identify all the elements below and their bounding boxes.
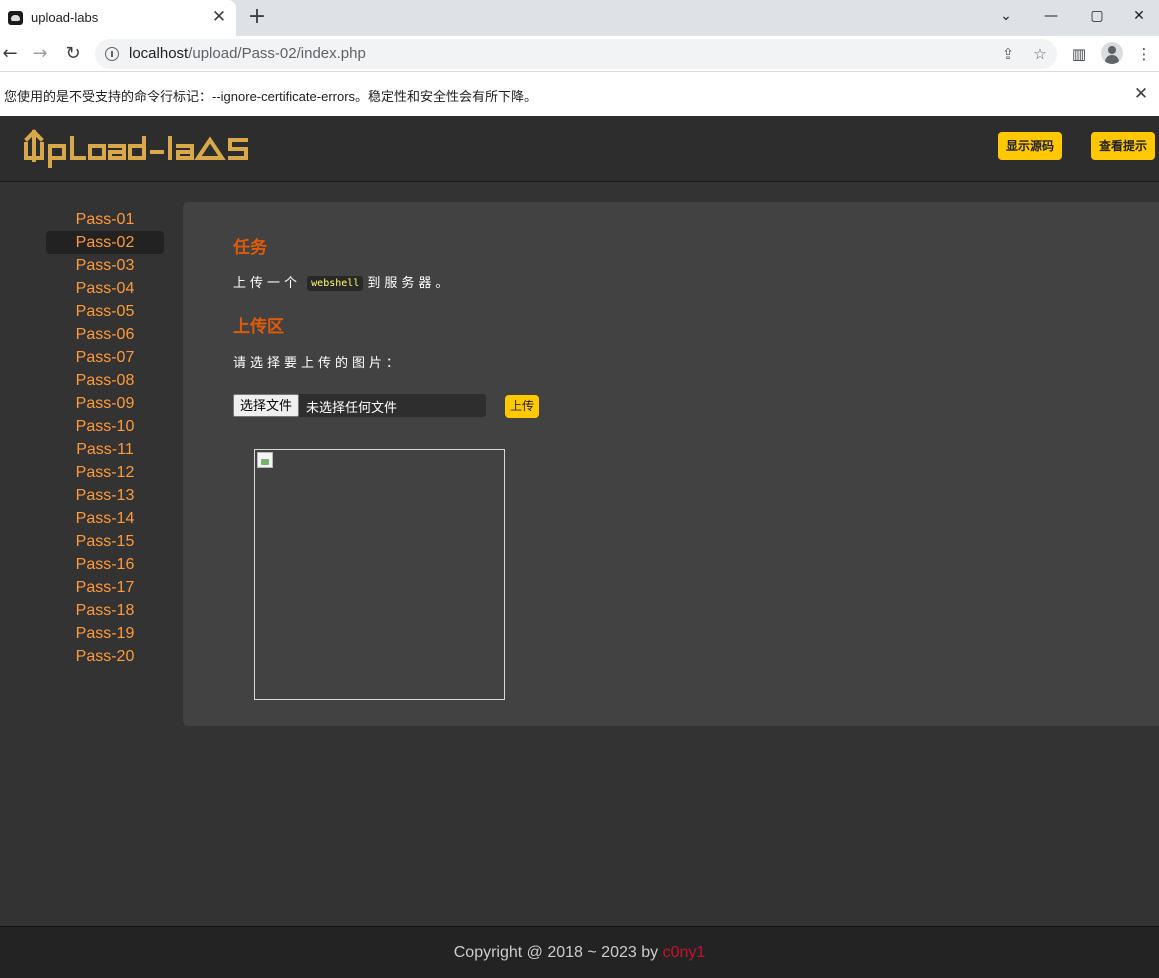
upload-heading: 上传区 — [233, 317, 284, 337]
sidebar-item-pass-20[interactable]: Pass-20 — [46, 645, 164, 668]
bookmark-star-icon[interactable]: ☆ — [1029, 43, 1051, 65]
site-favicon-icon — [8, 11, 23, 25]
webshell-code: webshell — [307, 276, 364, 291]
choose-file-button[interactable]: 选择文件 — [233, 394, 300, 417]
image-preview — [254, 449, 505, 700]
task-description: 上传一个 webshell 到服务器。 — [233, 276, 453, 291]
sidebar-item-pass-19[interactable]: Pass-19 — [46, 622, 164, 645]
site-header: 显示源码 查看提示 — [0, 116, 1159, 182]
tab-close-icon[interactable]: ✕ — [210, 8, 228, 26]
sidebar-item-pass-13[interactable]: Pass-13 — [46, 484, 164, 507]
sidebar-item-pass-18[interactable]: Pass-18 — [46, 599, 164, 622]
tab-search-dropdown-icon[interactable]: ⌄ — [983, 0, 1029, 34]
window-minimize-button[interactable]: — — [1028, 0, 1074, 34]
tab-title: upload-labs — [31, 10, 99, 25]
sidebar-item-pass-07[interactable]: Pass-07 — [46, 346, 164, 369]
share-icon[interactable]: ⇪ — [997, 43, 1019, 65]
browser-toolbar: ← → ↻ localhost/upload/Pass-02/index.php… — [0, 36, 1159, 71]
copyright-text: Copyright @ 2018 ~ 2023 by c0ny1 — [453, 944, 706, 961]
main-panel: 任务 上传一个 webshell 到服务器。 上传区 请选择要上传的图片： 选择文… — [183, 202, 1159, 726]
site-info-icon[interactable] — [105, 47, 119, 61]
site-footer: Copyright @ 2018 ~ 2023 by c0ny1 — [0, 926, 1159, 978]
sidebar-item-pass-09[interactable]: Pass-09 — [46, 392, 164, 415]
author-link[interactable]: c0ny1 — [663, 944, 706, 961]
profile-avatar-icon[interactable] — [1101, 42, 1123, 64]
sidebar-item-pass-05[interactable]: Pass-05 — [46, 300, 164, 323]
sidebar-item-pass-08[interactable]: Pass-08 — [46, 369, 164, 392]
url-text[interactable]: localhost/upload/Pass-02/index.php — [129, 45, 366, 62]
sidebar-item-pass-10[interactable]: Pass-10 — [46, 415, 164, 438]
forward-icon[interactable]: → — [27, 41, 53, 67]
infobar-message: 您使用的是不受支持的命令行标记：--ignore-certificate-err… — [4, 89, 538, 104]
warning-infobar: 您使用的是不受支持的命令行标记：--ignore-certificate-err… — [0, 71, 1159, 116]
sidebar-item-pass-16[interactable]: Pass-16 — [46, 553, 164, 576]
sidebar-item-pass-03[interactable]: Pass-03 — [46, 254, 164, 277]
new-tab-button[interactable]: + — [246, 6, 268, 28]
side-panel-icon[interactable]: ▥ — [1066, 41, 1092, 67]
sidebar-item-pass-12[interactable]: Pass-12 — [46, 461, 164, 484]
browser-menu-icon[interactable]: ⋮ — [1131, 41, 1157, 67]
file-status-text: 未选择任何文件 — [306, 400, 398, 415]
sidebar-item-pass-14[interactable]: Pass-14 — [46, 507, 164, 530]
broken-image-icon — [257, 452, 273, 468]
upload-labs-logo[interactable] — [22, 126, 254, 172]
sidebar-item-pass-15[interactable]: Pass-15 — [46, 530, 164, 553]
sidebar-item-pass-04[interactable]: Pass-04 — [46, 277, 164, 300]
sidebar-item-pass-02[interactable]: Pass-02 — [46, 231, 164, 254]
upload-prompt: 请选择要上传的图片： — [233, 356, 404, 371]
browser-tab-active[interactable]: upload-labs ✕ — [0, 0, 236, 36]
task-heading: 任务 — [233, 238, 267, 258]
show-hint-button[interactable]: 查看提示 — [1091, 132, 1156, 160]
file-input[interactable]: 选择文件 未选择任何文件 — [233, 394, 486, 417]
sidebar-item-pass-06[interactable]: Pass-06 — [46, 323, 164, 346]
page-body: 显示源码 查看提示 Pass-01 Pass-02 Pass-03 Pass-04 Pa… — [0, 116, 1159, 978]
upload-submit-button[interactable]: 上传 — [505, 395, 540, 418]
back-icon[interactable]: ← — [0, 41, 23, 67]
reload-icon[interactable]: ↻ — [60, 41, 86, 67]
browser-tab-strip: upload-labs ✕ + ⌄ — ▢ ✕ — [0, 0, 1159, 36]
sidebar-item-pass-11[interactable]: Pass-11 — [46, 438, 164, 461]
sidebar-item-pass-17[interactable]: Pass-17 — [46, 576, 164, 599]
window-maximize-button[interactable]: ▢ — [1074, 0, 1120, 34]
show-source-button[interactable]: 显示源码 — [998, 132, 1063, 160]
address-bar[interactable]: localhost/upload/Pass-02/index.php ⇪ ☆ — [95, 39, 1057, 69]
level-sidebar: Pass-01 Pass-02 Pass-03 Pass-04 Pass-05 Pass-… — [46, 208, 164, 668]
window-close-button[interactable]: ✕ — [1119, 0, 1159, 34]
infobar-close-icon[interactable]: ✕ — [1131, 84, 1151, 104]
sidebar-item-pass-01[interactable]: Pass-01 — [46, 208, 164, 231]
